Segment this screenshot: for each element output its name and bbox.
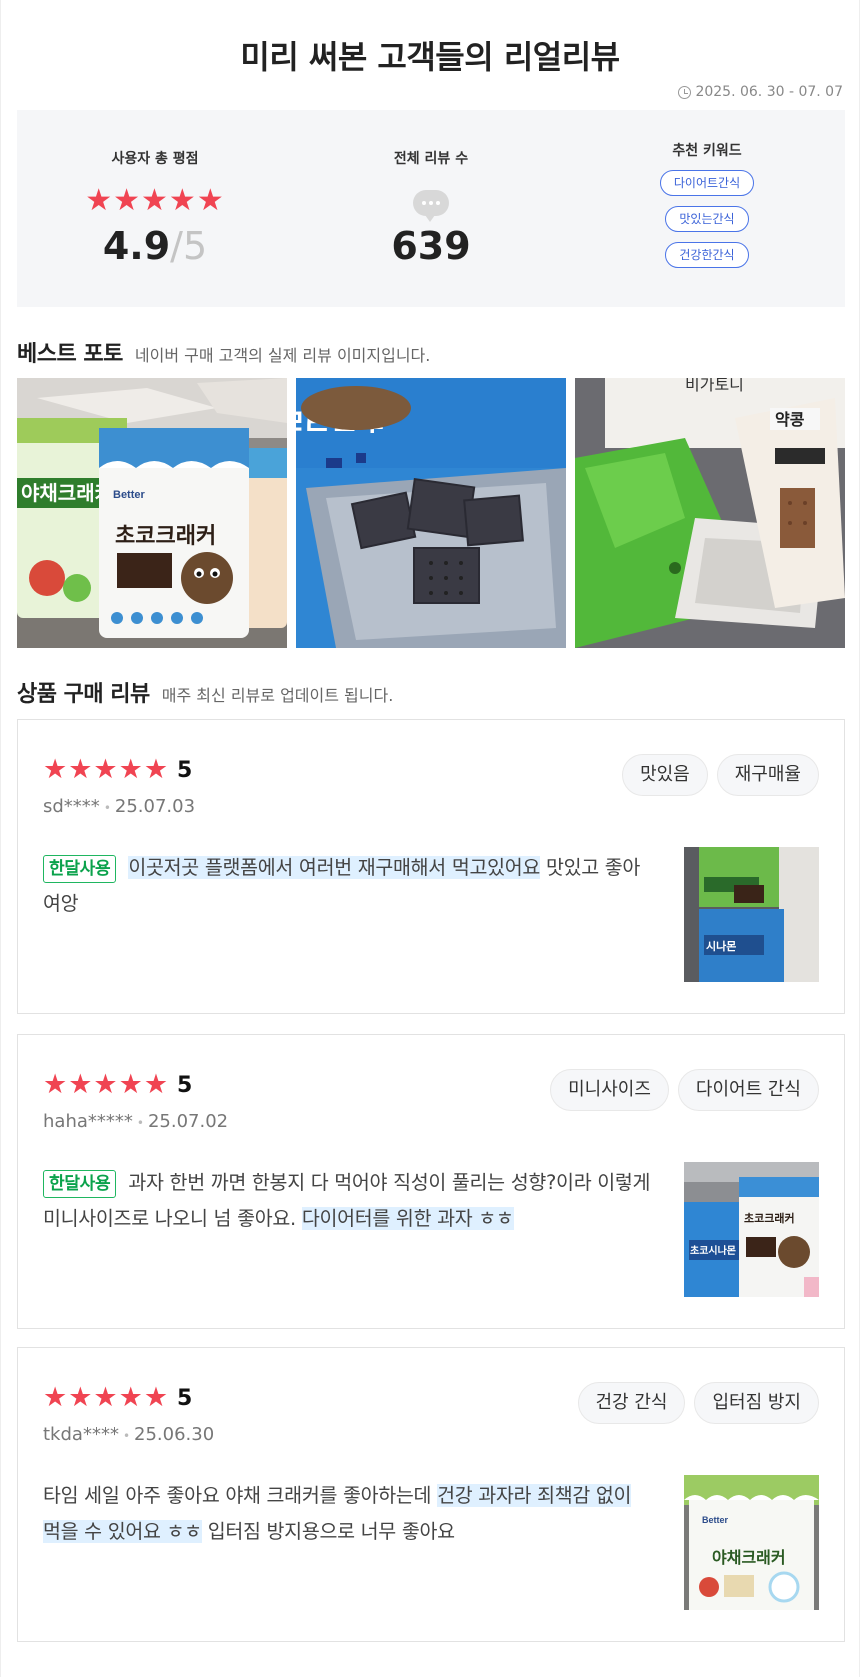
best-photo-2[interactable]: 초코크래커 bbox=[296, 378, 566, 648]
meta-separator: • bbox=[103, 801, 111, 815]
best-photo-title: 베스트 포토 bbox=[17, 342, 123, 367]
review-meta: sd**** • 25.07.03 bbox=[43, 796, 195, 817]
svg-text:시나몬: 시나몬 bbox=[706, 939, 736, 953]
review-tags: 맛있음 재구매율 bbox=[622, 754, 819, 796]
best-photo-3[interactable]: 비가토니 약콩 bbox=[575, 378, 845, 648]
review-page: 미리 써본 고객들의 리얼리뷰 2025. 06. 30 - 07. 07 사용… bbox=[0, 0, 860, 1677]
review-list-title: 상품 구매 리뷰 bbox=[17, 682, 150, 707]
svg-text:비가토니: 비가토니 bbox=[685, 378, 744, 394]
rating-separator: / bbox=[170, 224, 183, 268]
speech-bubble-icon bbox=[413, 190, 449, 222]
star-icon-group: ★★★★★ bbox=[43, 754, 170, 785]
meta-separator: • bbox=[136, 1116, 144, 1130]
reviewer-id: sd**** bbox=[43, 796, 100, 817]
best-photo-header: 베스트 포토 네이버 구매 고객의 실제 리뷰 이미지입니다. bbox=[17, 336, 430, 368]
review-tag[interactable]: 재구매율 bbox=[716, 754, 819, 796]
reviewer-id: haha***** bbox=[43, 1111, 133, 1132]
best-photo-subtitle: 네이버 구매 고객의 실제 리뷰 이미지입니다. bbox=[134, 346, 431, 365]
review-meta: tkda**** • 25.06.30 bbox=[43, 1424, 214, 1445]
keyword-label: 추천 키워드 bbox=[672, 143, 742, 159]
count-summary: 전체 리뷰 수 639 bbox=[293, 110, 569, 307]
review-text-part: 입터짐 방지용으로 너무 좋아요 bbox=[201, 1520, 455, 1543]
review-tags: 건강 간식 입터짐 방지 bbox=[577, 1382, 819, 1424]
count-label: 전체 리뷰 수 bbox=[393, 151, 469, 167]
rating-label: 사용자 총 평점 bbox=[111, 151, 199, 167]
photo-label: Better bbox=[113, 489, 146, 501]
review-thumbnail[interactable]: 초코시나몬 초코크래커 bbox=[684, 1162, 819, 1297]
best-photo-gallery: 야채크래커 Better 초코크래커 비가토니 약콩 bbox=[17, 378, 845, 648]
clock-icon bbox=[678, 85, 692, 99]
period-text: 2025. 06. 30 - 07. 07 bbox=[695, 84, 843, 100]
keyword-tag[interactable]: 맛있는간식 bbox=[665, 206, 749, 232]
review-text-part: 타임 세일 아주 좋아요 야채 크래커를 좋아하는데 bbox=[43, 1484, 438, 1507]
review-score: 5 bbox=[177, 1072, 193, 1098]
svg-text:Better: Better bbox=[702, 1515, 729, 1525]
reviewer-id: tkda**** bbox=[43, 1424, 119, 1445]
star-icon-group: ★★★★★ bbox=[43, 1069, 170, 1100]
review-tag[interactable]: 건강 간식 bbox=[577, 1382, 686, 1424]
review-count: 639 bbox=[391, 224, 471, 268]
svg-text:초코크래커: 초코크래커 bbox=[744, 1211, 795, 1225]
review-tag[interactable]: 입터짐 방지 bbox=[694, 1382, 819, 1424]
review-thumbnail[interactable]: 시나몬 bbox=[684, 847, 819, 982]
review-text: 한달사용 과자 한번 까면 한봉지 다 먹어야 직성이 풀리는 성향?이라 이렇게… bbox=[43, 1165, 653, 1237]
highlighted-text: 다이어터를 위한 과자 ㅎㅎ bbox=[301, 1207, 514, 1230]
page-title: 미리 써본 고객들의 리얼리뷰 bbox=[240, 38, 620, 76]
rating-max: 5 bbox=[182, 224, 208, 268]
best-photo-1[interactable]: 야채크래커 Better 초코크래커 bbox=[17, 378, 287, 648]
review-card: ★★★★★ 5 sd**** • 25.07.03 맛있음 재구매율 한달사용 이곳저… bbox=[17, 719, 845, 1014]
review-period: 2025. 06. 30 - 07. 07 bbox=[678, 84, 843, 100]
review-text: 타임 세일 아주 좋아요 야채 크래커를 좋아하는데 건강 과자라 죄책감 없이… bbox=[43, 1478, 653, 1550]
highlighted-text: 이곳저곳 플랫폼에서 여러번 재구매해서 먹고있어요 bbox=[128, 856, 541, 879]
review-card: ★★★★★ 5 tkda**** • 25.06.30 건강 간식 입터짐 방지 타… bbox=[17, 1347, 845, 1642]
meta-separator: • bbox=[122, 1429, 131, 1443]
review-meta: haha***** • 25.07.02 bbox=[43, 1111, 228, 1132]
photo-label: 야채크래커 bbox=[712, 1549, 786, 1567]
usage-badge: 한달사용 bbox=[43, 855, 117, 883]
review-tag[interactable]: 맛있음 bbox=[622, 754, 708, 796]
review-score: 5 bbox=[177, 757, 193, 783]
usage-badge: 한달사용 bbox=[43, 1170, 117, 1198]
review-date: 25.06.30 bbox=[134, 1424, 215, 1445]
review-card: ★★★★★ 5 haha***** • 25.07.02 미니사이즈 다이어트 간식… bbox=[17, 1034, 845, 1329]
review-rating: ★★★★★ 5 bbox=[43, 1384, 192, 1412]
rating-summary: 사용자 총 평점 ★★★★★ 4.9/5 bbox=[17, 110, 293, 307]
photo-label: 초코크래커 bbox=[115, 523, 216, 548]
review-tag[interactable]: 다이어트 간식 bbox=[677, 1069, 819, 1111]
review-score: 5 bbox=[177, 1385, 193, 1411]
keyword-tag[interactable]: 다이어트간식 bbox=[659, 170, 755, 196]
review-list-subtitle: 매주 최신 리뷰로 업데이트 됩니다. bbox=[161, 686, 394, 705]
review-rating: ★★★★★ 5 bbox=[43, 1071, 192, 1099]
review-rating: ★★★★★ 5 bbox=[43, 756, 192, 784]
review-tags: 미니사이즈 다이어트 간식 bbox=[550, 1069, 819, 1111]
star-icon-group: ★★★★★ bbox=[85, 183, 225, 218]
review-thumbnail[interactable]: Better 야채크래커 bbox=[684, 1475, 819, 1610]
svg-text:약콩: 약콩 bbox=[775, 410, 805, 429]
average-rating: 4.9/5 bbox=[103, 224, 207, 268]
keyword-summary: 추천 키워드 다이어트간식 맛있는간식 건강한간식 bbox=[569, 110, 845, 307]
review-text: 한달사용 이곳저곳 플랫폼에서 여러번 재구매해서 먹고있어요 맛있고 좋아여앙 bbox=[43, 850, 653, 922]
review-summary: 사용자 총 평점 ★★★★★ 4.9/5 전체 리뷰 수 639 추천 키워드 … bbox=[17, 110, 845, 307]
star-icon-group: ★★★★★ bbox=[43, 1382, 170, 1413]
rating-value: 4.9 bbox=[102, 224, 171, 268]
review-tag[interactable]: 미니사이즈 bbox=[550, 1069, 669, 1111]
review-date: 25.07.03 bbox=[114, 796, 196, 817]
svg-text:초코시나몬: 초코시나몬 bbox=[690, 1244, 736, 1257]
keyword-tag[interactable]: 건강한간식 bbox=[665, 242, 749, 268]
review-date: 25.07.02 bbox=[147, 1111, 229, 1132]
review-list-header: 상품 구매 리뷰 매주 최신 리뷰로 업데이트 됩니다. bbox=[17, 676, 393, 708]
